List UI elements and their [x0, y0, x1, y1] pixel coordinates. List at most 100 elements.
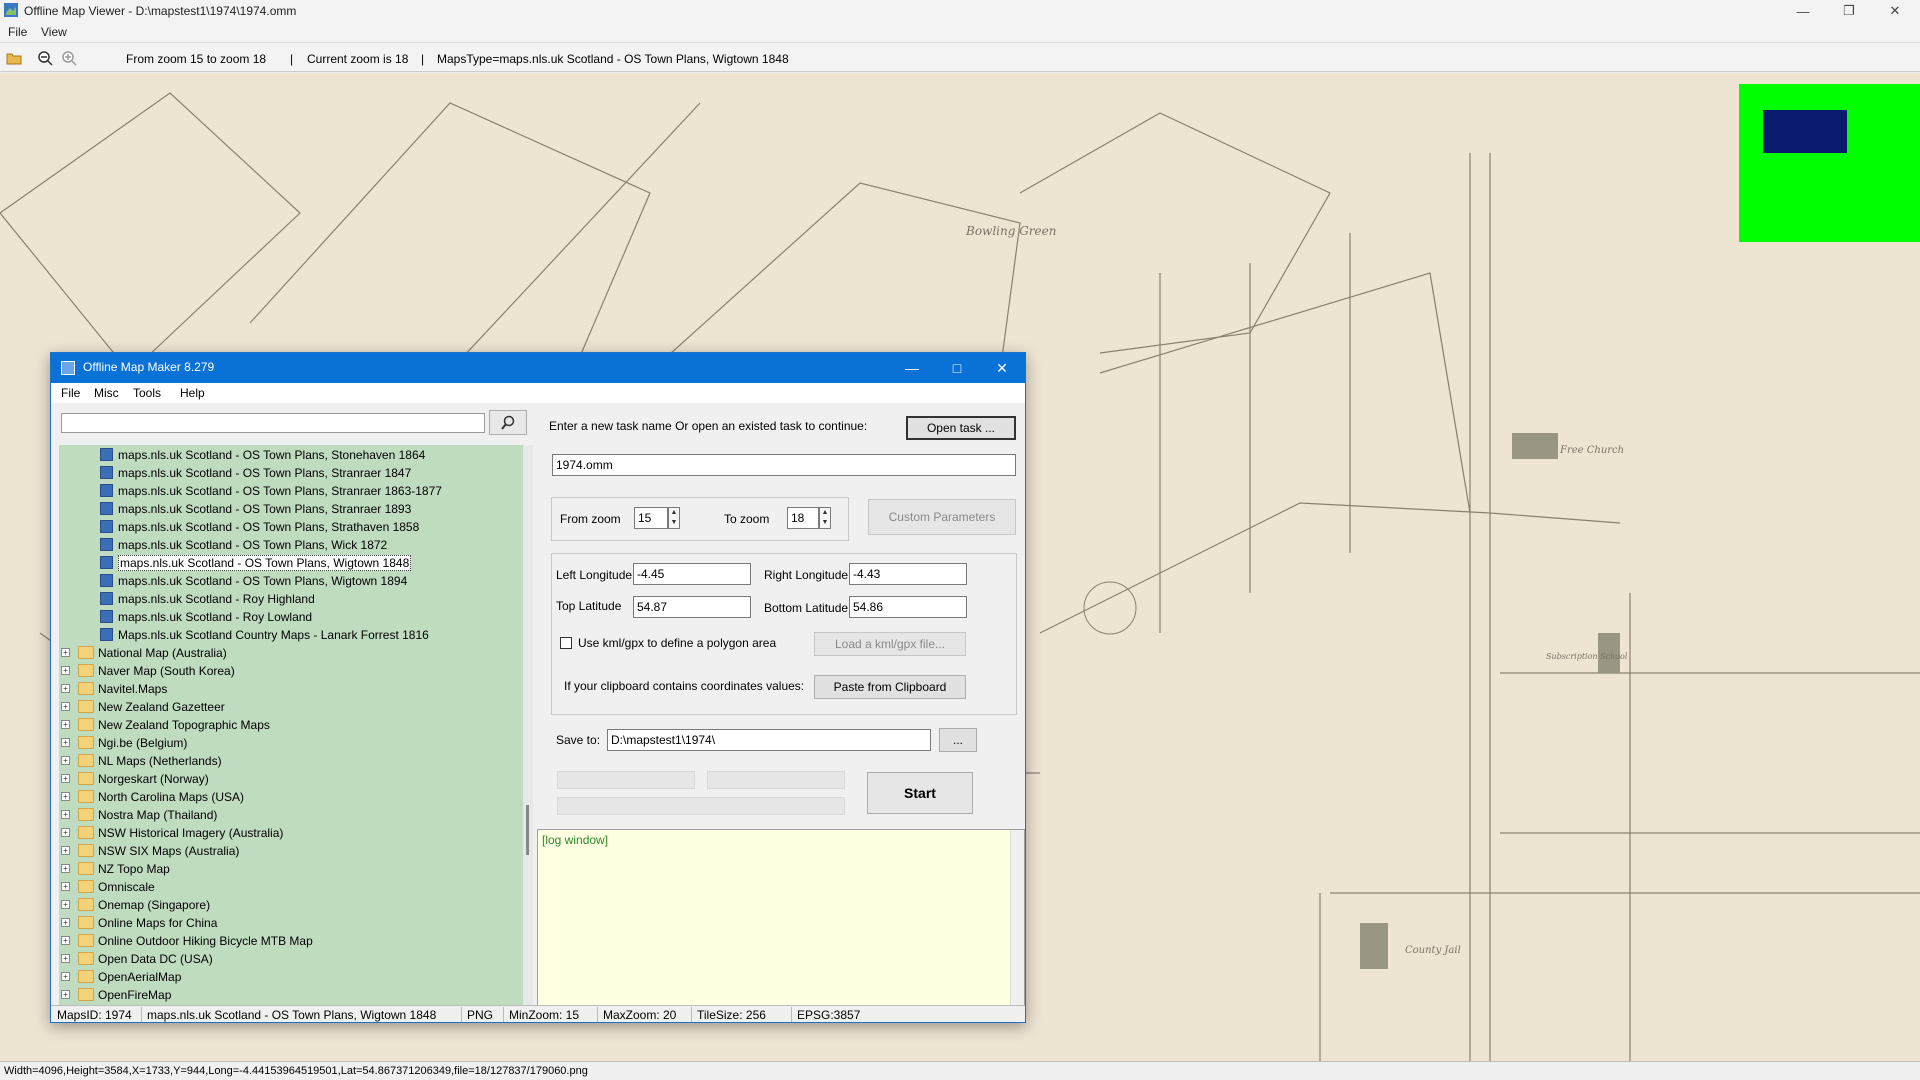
map-search-input[interactable]	[61, 413, 485, 433]
bottom-latitude-input[interactable]: 54.86	[849, 596, 967, 618]
dialog-close-button[interactable]: ✕	[979, 353, 1025, 383]
dialog-menu-help[interactable]: Help	[180, 386, 205, 400]
minimize-button[interactable]: —	[1780, 0, 1826, 22]
map-layer-icon	[100, 448, 113, 461]
open-folder-icon[interactable]	[6, 50, 22, 66]
save-path-input[interactable]: D:\mapstest1\1974\	[607, 729, 931, 751]
from-zoom-spinner[interactable]: ▲ ▼	[668, 507, 680, 529]
tree-scrollbar[interactable]	[523, 445, 533, 1005]
tree-scrollbar-thumb[interactable]	[526, 805, 529, 855]
status-text: Width=4096,Height=3584,X=1733,Y=944,Long…	[4, 1065, 588, 1077]
zoom-out-icon[interactable]	[37, 50, 53, 66]
from-zoom-input[interactable]: 15	[634, 507, 668, 529]
map-layer-icon	[100, 484, 113, 497]
paste-from-clipboard-button[interactable]: Paste from Clipboard	[814, 675, 966, 699]
expand-icon[interactable]: +	[61, 720, 70, 729]
folder-icon	[78, 808, 94, 821]
tree-folder-label: Omniscale	[98, 880, 155, 894]
restore-button[interactable]: ❐	[1826, 0, 1872, 22]
dialog-menu-tools[interactable]: Tools	[133, 386, 161, 400]
expand-icon[interactable]: +	[61, 666, 70, 675]
dialog-minimize-button[interactable]: —	[889, 353, 935, 383]
expand-icon[interactable]: +	[61, 810, 70, 819]
right-longitude-input[interactable]: -4.43	[849, 563, 967, 585]
tree-folder-label: Open Data DC (USA)	[98, 952, 213, 966]
top-latitude-input[interactable]: 54.87	[633, 596, 751, 618]
expand-icon[interactable]: +	[61, 648, 70, 657]
custom-parameters-button[interactable]: Custom Parameters	[868, 499, 1016, 535]
dialog-title: Offline Map Maker 8.279	[83, 360, 215, 374]
tree-folder-label: NSW Historical Imagery (Australia)	[98, 826, 284, 840]
dialog-menu-file[interactable]: File	[61, 386, 80, 400]
left-longitude-input[interactable]: -4.45	[633, 563, 751, 585]
expand-icon[interactable]: +	[61, 792, 70, 801]
tree-folder-label: National Map (Australia)	[98, 646, 227, 660]
expand-icon[interactable]: +	[61, 702, 70, 711]
menu-view[interactable]: View	[41, 25, 67, 39]
task-name-input[interactable]: 1974.omm	[552, 454, 1016, 476]
max-zoom-status: MaxZoom: 20	[603, 1008, 677, 1022]
expand-icon[interactable]: +	[61, 936, 70, 945]
expand-icon[interactable]: +	[61, 972, 70, 981]
load-kml-button[interactable]: Load a kml/gpx file...	[814, 632, 966, 656]
expand-icon[interactable]: +	[61, 954, 70, 963]
overview-minimap[interactable]	[1739, 84, 1920, 242]
map-source-tree[interactable]: maps.nls.uk Scotland - OS Town Plans, St…	[59, 445, 533, 1005]
tree-folder-label: NZ Topo Map	[98, 862, 170, 876]
folder-icon	[78, 790, 94, 803]
tree-item-label: maps.nls.uk Scotland - OS Town Plans, Wi…	[118, 555, 412, 571]
dialog-menu-misc[interactable]: Misc	[94, 386, 119, 400]
dialog-title-bar[interactable]: Offline Map Maker 8.279 — □ ✕	[51, 353, 1025, 383]
toolbar: From zoom 15 to zoom 18 | Current zoom i…	[0, 42, 1920, 72]
expand-icon[interactable]: +	[61, 918, 70, 927]
browse-button[interactable]: ...	[939, 728, 977, 752]
map-layer-icon	[100, 610, 113, 623]
log-text: [log window]	[542, 833, 609, 847]
kml-checkbox-label: Use kml/gpx to define a polygon area	[578, 636, 777, 650]
zoom-in-icon[interactable]	[61, 50, 77, 66]
progress-bar-3	[557, 797, 845, 815]
expand-icon[interactable]: +	[61, 900, 70, 909]
folder-icon	[78, 826, 94, 839]
expand-icon[interactable]: +	[61, 828, 70, 837]
expand-icon[interactable]: +	[61, 756, 70, 765]
min-zoom-status: MinZoom: 15	[509, 1008, 580, 1022]
log-window[interactable]: [log window]	[537, 829, 1025, 1006]
tree-folder-label: Ngi.be (Belgium)	[98, 736, 188, 750]
map-layer-icon	[100, 574, 113, 587]
tree-item-label: maps.nls.uk Scotland - OS Town Plans, St…	[118, 520, 420, 534]
tree-folder-label: Online Outdoor Hiking Bicycle MTB Map	[98, 934, 313, 948]
progress-bar-2	[707, 771, 845, 789]
start-button[interactable]: Start	[867, 772, 973, 814]
window-title: Offline Map Viewer - D:\mapstest1\1974\1…	[24, 4, 297, 18]
overview-viewport-rect[interactable]	[1763, 110, 1847, 153]
format-status: PNG	[467, 1008, 494, 1022]
expand-icon[interactable]: +	[61, 846, 70, 855]
folder-icon	[78, 880, 94, 893]
kml-checkbox[interactable]	[560, 637, 572, 649]
tree-folder-label: Naver Map (South Korea)	[98, 664, 235, 678]
to-zoom-spinner[interactable]: ▲ ▼	[819, 507, 831, 529]
folder-icon	[78, 844, 94, 857]
to-zoom-input[interactable]: 18	[787, 507, 819, 529]
dialog-maximize-button[interactable]: □	[934, 353, 980, 383]
tree-folder-label: New Zealand Topographic Maps	[98, 718, 270, 732]
map-layer-icon	[100, 556, 113, 569]
log-scrollbar[interactable]	[1010, 830, 1024, 1005]
folder-icon	[78, 646, 94, 659]
map-layer-icon	[100, 466, 113, 479]
expand-icon[interactable]: +	[61, 684, 70, 693]
tree-folder-label: Online Maps for China	[98, 916, 218, 930]
tree-item-label: maps.nls.uk Scotland - Roy Highland	[118, 592, 315, 606]
expand-icon[interactable]: +	[61, 882, 70, 891]
expand-icon[interactable]: +	[61, 990, 70, 999]
dialog-app-icon	[61, 361, 75, 375]
close-button[interactable]: ✕	[1872, 0, 1918, 22]
expand-icon[interactable]: +	[61, 774, 70, 783]
expand-icon[interactable]: +	[61, 864, 70, 873]
expand-icon[interactable]: +	[61, 738, 70, 747]
open-task-button[interactable]: Open task ...	[906, 416, 1016, 440]
tree-item-label: maps.nls.uk Scotland - Roy Lowland	[118, 610, 313, 624]
menu-file[interactable]: File	[8, 25, 27, 39]
search-button[interactable]	[489, 410, 527, 435]
